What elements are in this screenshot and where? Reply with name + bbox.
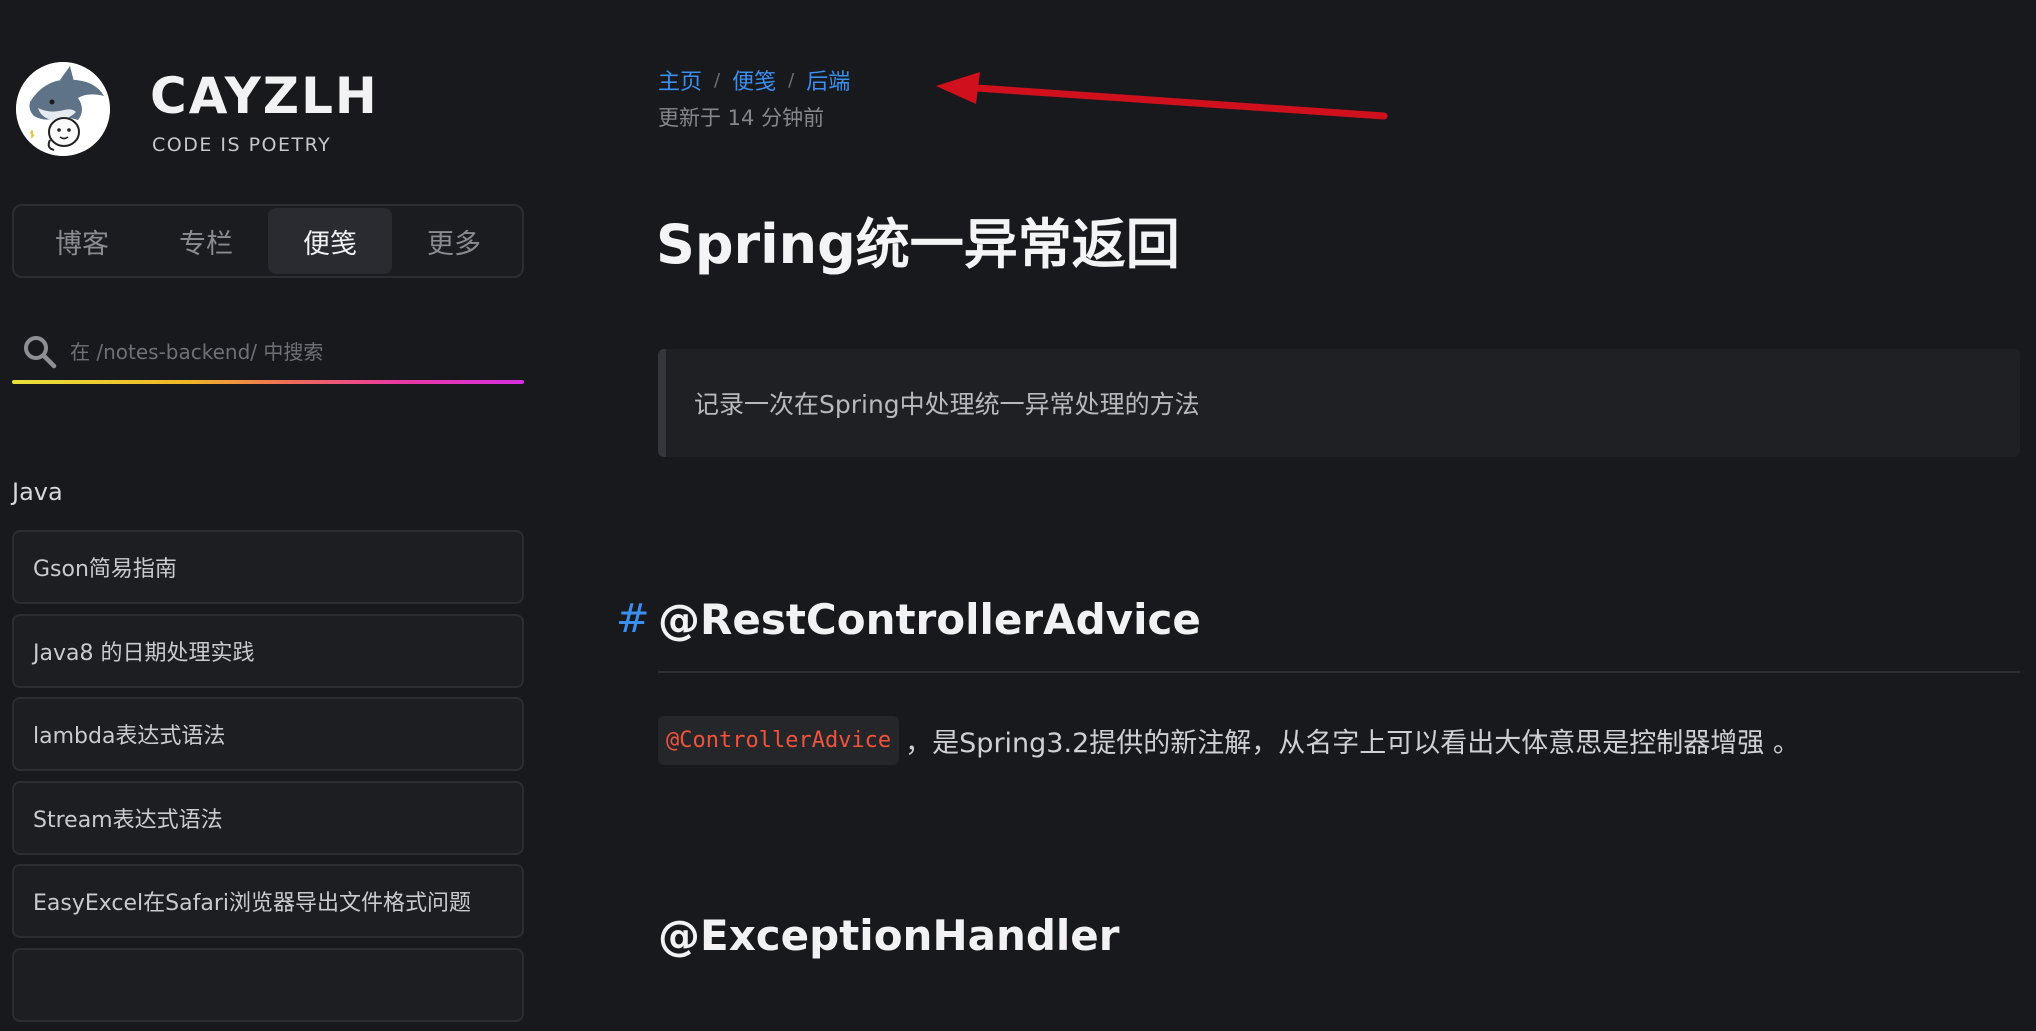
search-box [12,320,524,386]
article-summary: 记录一次在Spring中处理统一异常处理的方法 [658,349,2020,457]
heading-anchor-link[interactable]: # [616,596,650,642]
note-item-java8-date[interactable]: Java8 的日期处理实践 [12,613,524,688]
brand-subtitle: CODE IS POETRY [152,134,332,156]
shark-avatar-icon [16,62,110,156]
brand-title[interactable]: CAYZLH [150,66,379,126]
brand: CAYZLH CODE IS POETRY [16,62,522,162]
note-item-stream[interactable]: Stream表达式语法 [12,780,524,855]
note-item-gson[interactable]: Gson简易指南 [12,530,524,604]
tab-column[interactable]: 专栏 [144,208,268,274]
main-content: 主页 / 便笺 / 后端 更新于 14 分钟前 Spring统一异常返回 记录一… [610,0,2026,960]
red-arrow-annotation [936,72,1388,120]
breadcrumb: 主页 / 便笺 / 后端 [658,64,850,96]
breadcrumb-separator: / [788,69,795,91]
paragraph-text: ，是Spring3.2提供的新注解，从名字上可以看出大体意思是控制器增强 。 [905,728,1800,759]
nav-tabs: 博客 专栏 便笺 更多 [12,204,524,278]
paragraph: @ControllerAdvice ，是Spring3.2提供的新注解，从名字上… [658,716,1800,765]
heading-divider [658,671,2020,673]
note-item-easyexcel[interactable]: EasyExcel在Safari浏览器导出文件格式问题 [12,864,524,938]
breadcrumb-separator: / [714,69,721,91]
tab-more[interactable]: 更多 [392,208,516,274]
breadcrumb-home[interactable]: 主页 [658,64,702,96]
tab-notes[interactable]: 便笺 [268,208,392,274]
tab-blog[interactable]: 博客 [20,208,144,274]
sidebar: CAYZLH CODE IS POETRY 博客 专栏 便笺 更多 Java G… [12,0,524,1022]
note-item-lambda[interactable]: lambda表达式语法 [12,697,524,771]
note-item-partial[interactable] [12,947,524,1022]
search-underline [12,380,524,384]
section-heading-exceptionhandler: @ExceptionHandler [658,911,1120,960]
search-icon [24,336,57,369]
breadcrumb-notes[interactable]: 便笺 [732,64,776,96]
note-list: Gson简易指南 Java8 的日期处理实践 lambda表达式语法 Strea… [12,530,524,1031]
updated-time: 更新于 14 分钟前 [658,106,825,130]
avatar[interactable] [16,62,110,156]
heading-text: @RestControllerAdvice [658,595,1201,644]
breadcrumb-backend[interactable]: 后端 [806,64,850,96]
inline-code: @ControllerAdvice [658,716,900,765]
page-title: Spring统一异常返回 [656,213,1180,276]
search-input[interactable] [68,332,508,372]
section-title-java: Java [12,478,63,506]
